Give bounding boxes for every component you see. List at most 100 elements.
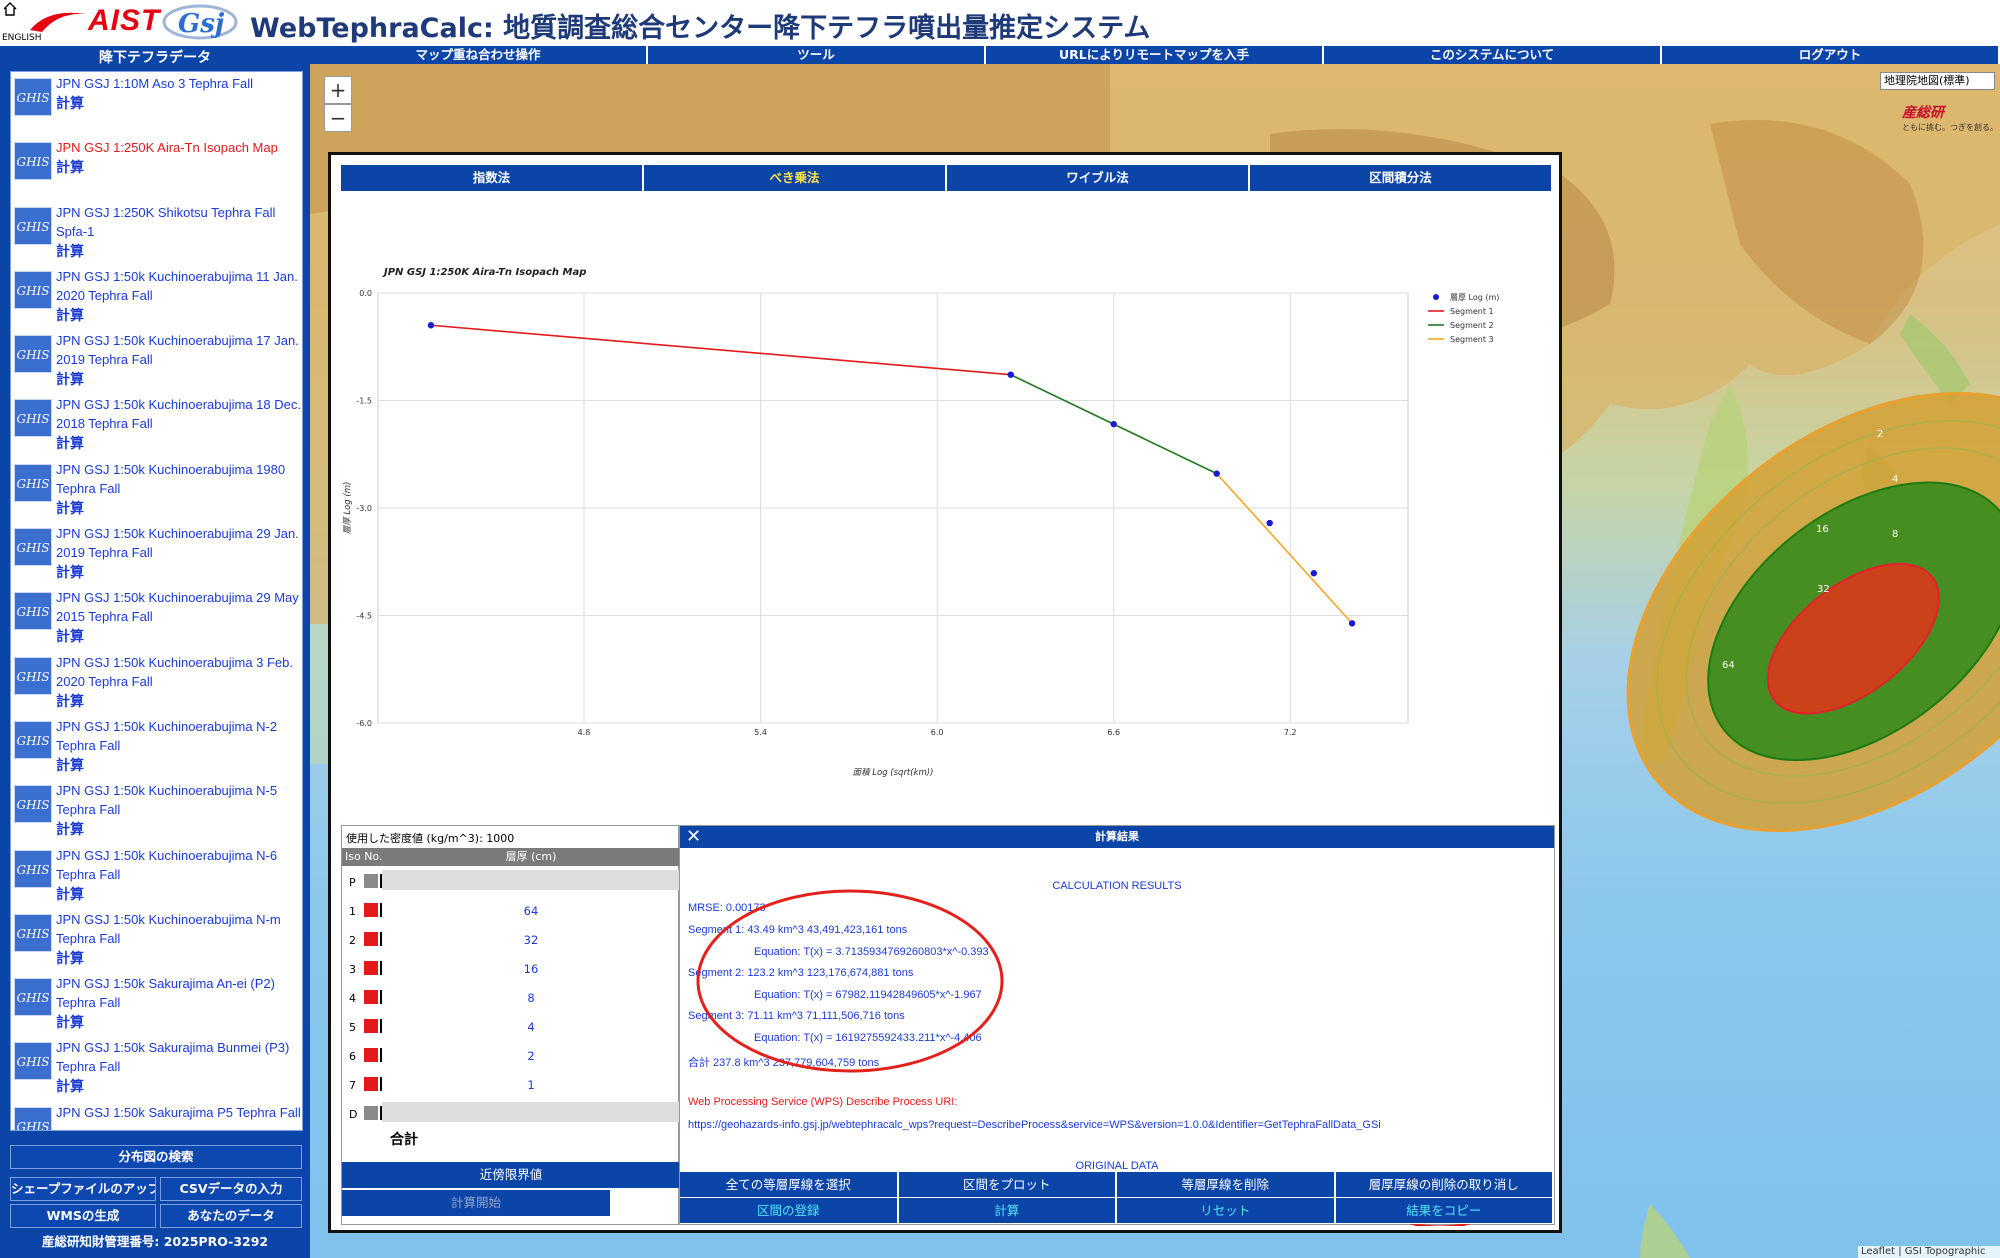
dataset-name-link[interactable]: JPN GSJ 1:10M Aso 3 Tephra Fall — [56, 74, 301, 93]
isopach-row[interactable]: P — [342, 868, 680, 897]
dataset-name-link[interactable]: JPN GSJ 1:50k Kuchinoerabujima 1980 Teph… — [56, 460, 301, 498]
dataset-item[interactable]: GHIS JPN GSJ 1:50k Sakurajima P5 Tephra F… — [11, 1101, 302, 1130]
wms-generate-button[interactable]: WMSの生成 — [10, 1204, 156, 1228]
nav-item[interactable]: ログアウト — [1662, 46, 2000, 64]
nav-item[interactable]: マップ重ね合わせ操作 — [310, 46, 648, 64]
iso-color-swatch[interactable] — [364, 932, 378, 946]
dataset-name-link[interactable]: JPN GSJ 1:50k Sakurajima P5 Tephra Fall — [56, 1103, 301, 1122]
results-action-button[interactable]: 結果をコピー — [1335, 1198, 1554, 1224]
calculate-link[interactable]: 計算 — [56, 433, 84, 453]
zoom-in-button[interactable]: + — [324, 76, 352, 104]
iso-thickness-value[interactable] — [382, 1102, 680, 1122]
iso-thickness-value[interactable]: 16 — [382, 957, 680, 977]
csv-input-button[interactable]: CSVデータの入力 — [160, 1177, 302, 1201]
calculate-link[interactable]: 計算 — [56, 819, 84, 839]
start-calculation-button[interactable]: 計算開始 — [342, 1190, 610, 1216]
dataset-item[interactable]: GHIS JPN GSJ 1:50k Kuchinoerabujima 17 Ja… — [11, 329, 302, 393]
calculate-link[interactable]: 計算 — [56, 562, 84, 582]
zoom-out-button[interactable]: − — [324, 104, 352, 132]
iso-color-swatch[interactable] — [364, 990, 378, 1004]
dataset-item[interactable]: GHIS JPN GSJ 1:50k Kuchinoerabujima N-2 T… — [11, 715, 302, 779]
dataset-name-link[interactable]: JPN GSJ 1:50k Kuchinoerabujima 29 May 20… — [56, 588, 301, 626]
dataset-name-link[interactable]: JPN GSJ 1:50k Sakurajima Bunmei (P3) Tep… — [56, 1038, 301, 1076]
dataset-item[interactable]: GHIS JPN GSJ 1:50k Sakurajima Bunmei (P3)… — [11, 1036, 302, 1100]
iso-thickness-value[interactable]: 8 — [382, 986, 680, 1006]
dataset-name-link[interactable]: JPN GSJ 1:50k Kuchinoerabujima N-m Tephr… — [56, 910, 301, 948]
nav-item[interactable]: このシステムについて — [1324, 46, 1662, 64]
results-action-button[interactable]: 全ての等層厚線を選択 — [680, 1172, 899, 1198]
iso-thickness-value[interactable]: 4 — [382, 1015, 680, 1035]
calculate-link[interactable]: 計算 — [56, 948, 84, 968]
dataset-name-link[interactable]: JPN GSJ 1:50k Kuchinoerabujima 11 Jan. 2… — [56, 267, 301, 305]
iso-color-swatch[interactable] — [364, 1077, 378, 1091]
dataset-name-link[interactable]: JPN GSJ 1:50k Kuchinoerabujima 29 Jan. 2… — [56, 524, 301, 562]
calculate-link[interactable]: 計算 — [56, 498, 84, 518]
calculate-link[interactable]: 計算 — [56, 755, 84, 775]
iso-thickness-value[interactable]: 32 — [382, 928, 680, 948]
dataset-name-link[interactable]: JPN GSJ 1:50k Sakurajima An-ei (P2) Teph… — [56, 974, 301, 1012]
results-action-button[interactable]: 区間の登録 — [680, 1198, 899, 1224]
your-data-button[interactable]: あなたのデータ — [160, 1204, 302, 1228]
nav-item[interactable]: URLによりリモートマップを入手 — [986, 46, 1324, 64]
dataset-name-link[interactable]: JPN GSJ 1:250K Shikotsu Tephra Fall Spfa… — [56, 203, 301, 241]
dataset-item[interactable]: GHIS JPN GSJ 1:50k Kuchinoerabujima N-6 T… — [11, 844, 302, 908]
dataset-name-link[interactable]: JPN GSJ 1:250K Aira-Tn Isopach Map — [56, 138, 301, 157]
method-tab[interactable]: 区間積分法 — [1250, 165, 1553, 191]
calculate-link[interactable]: 計算 — [56, 157, 84, 177]
dataset-item[interactable]: GHIS JPN GSJ 1:50k Kuchinoerabujima 3 Feb… — [11, 651, 302, 715]
calculate-link[interactable]: 計算 — [56, 93, 84, 113]
calculate-link[interactable]: 計算 — [56, 369, 84, 389]
map-attribution[interactable]: Leaflet | GSI Topographic Map — [1858, 1246, 2000, 1258]
results-action-button[interactable]: 層厚厚線の削除の取り消し — [1335, 1172, 1554, 1198]
results-action-button[interactable]: 計算 — [898, 1198, 1117, 1224]
method-tab[interactable]: べき乗法 — [644, 165, 947, 191]
dataset-item[interactable]: GHIS JPN GSJ 1:50k Kuchinoerabujima 29 Ja… — [11, 522, 302, 586]
calculate-link[interactable]: 計算 — [56, 626, 84, 646]
isopach-row[interactable]: 62 — [342, 1042, 680, 1071]
calculate-link[interactable]: 計算 — [56, 241, 84, 261]
dataset-item[interactable]: GHIS JPN GSJ 1:50k Kuchinoerabujima 29 Ma… — [11, 586, 302, 650]
iso-color-swatch[interactable] — [364, 1019, 378, 1033]
iso-thickness-value[interactable]: 64 — [382, 899, 680, 919]
dataset-name-link[interactable]: JPN GSJ 1:50k Kuchinoerabujima 3 Feb. 20… — [56, 653, 301, 691]
isopach-row[interactable]: 54 — [342, 1013, 680, 1042]
dataset-name-link[interactable]: JPN GSJ 1:50k Kuchinoerabujima N-5 Tephr… — [56, 781, 301, 819]
calculate-link[interactable]: 計算 — [56, 884, 84, 904]
dataset-name-link[interactable]: JPN GSJ 1:50k Kuchinoerabujima N-6 Tephr… — [56, 846, 301, 884]
method-tab[interactable]: ワイブル法 — [947, 165, 1250, 191]
home-icon[interactable] — [3, 2, 17, 16]
iso-color-swatch[interactable] — [364, 874, 378, 888]
dataset-item[interactable]: GHIS JPN GSJ 1:50k Kuchinoerabujima 11 Ja… — [11, 265, 302, 329]
isopach-row[interactable]: 1 64 — [342, 897, 680, 926]
dataset-list[interactable]: GHIS JPN GSJ 1:10M Aso 3 Tephra Fall 計算 GHI… — [10, 71, 303, 1131]
dataset-item[interactable]: GHIS JPN GSJ 1:50k Sakurajima An-ei (P2) … — [11, 972, 302, 1036]
iso-color-swatch[interactable] — [364, 1048, 378, 1062]
dataset-item[interactable]: GHIS JPN GSJ 1:10M Aso 3 Tephra Fall 計算 — [11, 72, 302, 136]
iso-thickness-value[interactable]: 2 — [382, 1044, 680, 1064]
dataset-name-link[interactable]: JPN GSJ 1:50k Kuchinoerabujima 18 Dec. 2… — [56, 395, 301, 433]
dataset-item[interactable]: GHIS JPN GSJ 1:50k Kuchinoerabujima N-m T… — [11, 908, 302, 972]
iso-color-swatch[interactable] — [364, 903, 378, 917]
dataset-name-link[interactable]: JPN GSJ 1:50k Kuchinoerabujima N-2 Tephr… — [56, 717, 301, 755]
calculate-link[interactable]: 計算 — [56, 1012, 84, 1032]
calculate-link[interactable]: 計算 — [56, 305, 84, 325]
neighbor-limit-button[interactable]: 近傍限界値 — [342, 1162, 680, 1188]
isopach-row[interactable]: 3 16 — [342, 955, 680, 984]
isopach-row[interactable]: 71 — [342, 1071, 680, 1100]
iso-color-swatch[interactable] — [364, 961, 378, 975]
english-link[interactable]: ENGLISH — [2, 33, 42, 43]
shapefile-upload-button[interactable]: シェープファイルのアップロード — [10, 1177, 156, 1201]
dataset-item[interactable]: GHIS JPN GSJ 1:250K Shikotsu Tephra Fall … — [11, 201, 302, 265]
dataset-name-link[interactable]: JPN GSJ 1:50k Kuchinoerabujima 17 Jan. 2… — [56, 331, 301, 369]
iso-thickness-value[interactable] — [382, 870, 680, 890]
nav-item[interactable]: ツール — [648, 46, 986, 64]
method-tab[interactable]: 指数法 — [341, 165, 644, 191]
results-action-button[interactable]: 区間をプロット — [898, 1172, 1117, 1198]
results-action-button[interactable]: リセット — [1117, 1198, 1336, 1224]
dataset-item[interactable]: GHIS JPN GSJ 1:50k Kuchinoerabujima 18 De… — [11, 393, 302, 457]
isopach-row[interactable]: D — [342, 1100, 680, 1129]
iso-thickness-value[interactable]: 1 — [382, 1073, 680, 1093]
dataset-item[interactable]: GHIS JPN GSJ 1:250K Aira-Tn Isopach Map 計算 — [11, 136, 302, 200]
isopach-row[interactable]: 48 — [342, 984, 680, 1013]
calculate-link[interactable]: 計算 — [56, 691, 84, 711]
